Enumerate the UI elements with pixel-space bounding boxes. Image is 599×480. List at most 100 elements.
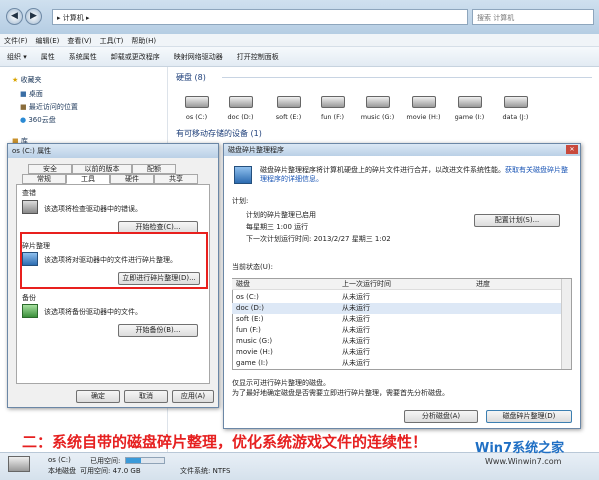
nav-label: 最近访问的位置 (28, 103, 78, 111)
desktop-icon: ■ (20, 90, 27, 98)
disk-last-run: 从未运行 (342, 337, 370, 345)
cancel-button[interactable]: 取消 (124, 390, 168, 403)
cloud-icon: ● (20, 116, 27, 124)
nav-label: 360云盘 (28, 116, 56, 124)
menu-tools[interactable]: 工具(T) (96, 34, 128, 48)
nav-desktop[interactable]: ■ 桌面 (20, 88, 43, 100)
drive-i[interactable]: game (I:) (447, 96, 492, 121)
system-properties-button[interactable]: 系统属性 (62, 47, 104, 67)
ok-button[interactable]: 确定 (76, 390, 120, 403)
schedule-next: 下一次计划运行时间: 2013/2/27 星期三 1:02 (246, 235, 391, 243)
search-input[interactable]: 搜索 计算机 (472, 9, 594, 25)
address-bar[interactable]: ▸ 计算机 ▸ (52, 9, 468, 25)
logo-url: Www.Winwin7.com (485, 457, 562, 466)
forward-icon[interactable]: ▶ (25, 8, 42, 25)
control-panel-button[interactable]: 打开控制面板 (230, 47, 286, 67)
start-backup-button[interactable]: 开始备份(B)... (118, 324, 198, 337)
drive-e[interactable]: soft (E:) (266, 96, 311, 121)
status-used-label: 已用空间: (90, 457, 121, 465)
drive-label: soft (E:) (275, 113, 302, 121)
properties-title: os (C:) 属性 (8, 144, 218, 158)
menu-view[interactable]: 查看(V) (63, 34, 95, 48)
col-last-run[interactable]: 上一次运行时间 (342, 279, 391, 290)
col-progress[interactable]: 进度 (476, 279, 490, 290)
site-logo: Win7系统之家 Www.Winwin7.com (473, 433, 598, 478)
recent-icon: ■ (20, 103, 27, 111)
drive-g[interactable]: music (G:) (355, 96, 400, 121)
back-icon[interactable]: ◀ (6, 8, 23, 25)
nav-cloud[interactable]: ● 360云盘 (20, 114, 56, 126)
intro-text: 磁盘碎片整理程序将计算机硬盘上的碎片文件进行合并，以改进文件系统性能。获取有关磁… (260, 166, 572, 184)
disk-name: soft (E:) (236, 315, 264, 323)
drive-icon (184, 96, 209, 108)
organize-button[interactable]: 组织 ▾ (0, 47, 34, 67)
tab-tools[interactable]: 工具 (66, 174, 110, 184)
drive-label: movie (H:) (406, 113, 441, 121)
drive-icon (276, 96, 301, 108)
col-disk[interactable]: 磁盘 (236, 279, 250, 290)
drive-label: game (I:) (454, 113, 485, 121)
tab-sharing[interactable]: 共享 (154, 174, 198, 184)
close-icon[interactable]: ✕ (566, 145, 578, 154)
backup-section-title: 备份 (22, 294, 36, 302)
drive-icon (457, 96, 482, 108)
menu-edit[interactable]: 编辑(E) (32, 34, 64, 48)
analyze-disk-button[interactable]: 分析磁盘(A) (404, 410, 478, 423)
status-drive-name: os (C:) (48, 456, 71, 464)
uninstall-button[interactable]: 卸载或更改程序 (104, 47, 167, 67)
disk-row[interactable]: music (G:) 从未运行 (232, 336, 568, 347)
backup-description: 该选项将备份驱动器中的文件。 (44, 308, 142, 316)
disk-row[interactable]: movie (H:) 从未运行 (232, 347, 568, 358)
disk-name: movie (H:) (236, 348, 273, 356)
drive-icon (8, 456, 30, 472)
map-drive-button[interactable]: 映射网络驱动器 (167, 47, 230, 67)
defragment-disk-button[interactable]: 磁盘碎片整理(D) (486, 410, 572, 423)
drive-label: os (C:) (185, 113, 208, 121)
tab-quota[interactable]: 配额 (132, 164, 176, 174)
disk-row[interactable]: fun (F:) 从未运行 (232, 325, 568, 336)
drive-d[interactable]: doc (D:) (218, 96, 263, 121)
status-drive-type: 本地磁盘 (48, 467, 76, 475)
tab-previous-versions[interactable]: 以前的版本 (72, 164, 132, 174)
removable-group[interactable]: 有可移动存储的设备 (1) (176, 128, 262, 139)
defrag-app-icon (234, 166, 252, 184)
disk-row[interactable]: os (C:) 从未运行 (232, 292, 568, 303)
nav-label: 收藏夹 (20, 76, 42, 84)
properties-button[interactable]: 属性 (34, 47, 62, 67)
current-status-label: 当前状态(U): (232, 263, 273, 271)
disk-list-header: 磁盘 上一次运行时间 进度 (232, 279, 568, 290)
tab-hardware[interactable]: 硬件 (110, 174, 154, 184)
usage-bar (125, 457, 165, 464)
highlight-box (20, 232, 208, 289)
drive-label: music (G:) (360, 113, 395, 121)
nav-favorites[interactable]: ★ 收藏夹 (12, 74, 42, 86)
defrag-window: 磁盘碎片整理程序 ✕ 磁盘碎片整理程序将计算机硬盘上的碎片文件进行合并，以改进文… (223, 143, 581, 429)
tab-general[interactable]: 常规 (22, 174, 66, 184)
note-analyze: 为了最好地确定磁盘是否需要立即进行碎片整理，需要首先分析磁盘。 (232, 389, 449, 397)
disk-row[interactable]: game (I:) 从未运行 (232, 358, 568, 369)
status-fs: 文件系统: NTFS (180, 467, 231, 475)
disk-name: music (G:) (236, 337, 273, 345)
drive-c[interactable]: os (C:) (174, 96, 219, 121)
disk-last-run: 从未运行 (342, 359, 370, 367)
hard-disks-group[interactable]: 硬盘 (8) (176, 72, 206, 83)
nav-recent[interactable]: ■ 最近访问的位置 (20, 101, 78, 113)
star-icon: ★ (12, 76, 19, 84)
disk-row[interactable]: soft (E:) 从未运行 (232, 314, 568, 325)
check-section-title: 查错 (22, 189, 36, 197)
disk-last-run: 从未运行 (342, 315, 370, 323)
apply-button[interactable]: 应用(A) (172, 390, 214, 403)
configure-schedule-button[interactable]: 配置计划(S)... (474, 214, 560, 227)
check-disk-icon (22, 200, 38, 214)
menu-help[interactable]: 帮助(H) (127, 34, 160, 48)
tab-security[interactable]: 安全 (28, 164, 72, 174)
disk-list-scrollbar[interactable] (561, 279, 571, 369)
drive-h[interactable]: movie (H:) (401, 96, 446, 121)
schedule-run: 每星期三 1:00 运行 (246, 223, 309, 231)
intro-desc: 磁盘碎片整理程序将计算机硬盘上的碎片文件进行合并，以改进文件系统性能。 (260, 166, 505, 174)
drive-j[interactable]: data (J:) (493, 96, 538, 121)
disk-last-run: 从未运行 (342, 293, 370, 301)
menu-file[interactable]: 文件(F) (0, 34, 32, 48)
disk-row-selected[interactable]: doc (D:) 从未运行 (232, 303, 568, 314)
drive-f[interactable]: fun (F:) (310, 96, 355, 121)
